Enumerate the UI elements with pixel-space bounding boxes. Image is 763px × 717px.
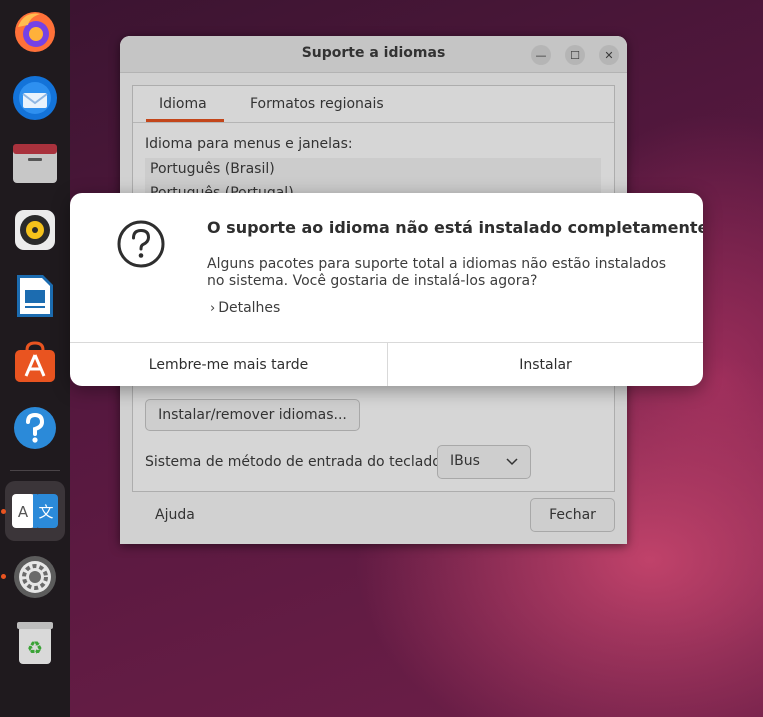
dialog-title: O suporte ao idioma não está instalado c… xyxy=(207,218,703,237)
dock-item-settings[interactable] xyxy=(5,547,65,607)
dock-item-files[interactable] xyxy=(5,134,65,194)
details-expander[interactable]: › Detalhes xyxy=(210,300,280,316)
language-glyph-cjk: 文 xyxy=(38,503,53,521)
trash-icon: ♻ xyxy=(17,622,53,664)
dock: A 文 ♻ xyxy=(0,0,70,717)
libreoffice-writer-icon xyxy=(17,275,53,317)
details-label: Detalhes xyxy=(218,300,281,316)
question-icon xyxy=(117,220,165,268)
dock-item-writer[interactable] xyxy=(5,266,65,326)
settings-icon xyxy=(14,556,56,598)
dock-item-help[interactable] xyxy=(5,398,65,458)
dock-item-trash[interactable]: ♻ xyxy=(5,613,65,673)
install-button[interactable]: Instalar xyxy=(388,343,703,386)
chevron-right-icon: › xyxy=(210,301,216,316)
language-glyph-latin: A xyxy=(18,503,29,521)
running-indicator xyxy=(1,574,6,579)
running-indicator xyxy=(1,509,6,514)
help-icon xyxy=(14,407,56,449)
dock-item-app-center[interactable] xyxy=(5,332,65,392)
dock-item-thunderbird[interactable] xyxy=(5,68,65,128)
rhythmbox-icon xyxy=(15,210,55,250)
incomplete-language-dialog: O suporte ao idioma não está instalado c… xyxy=(70,193,703,386)
dock-item-language-support[interactable]: A 文 xyxy=(5,481,65,541)
firefox-icon xyxy=(15,12,55,52)
svg-text:♻: ♻ xyxy=(27,638,43,659)
dock-item-rhythmbox[interactable] xyxy=(5,200,65,260)
dock-separator xyxy=(10,470,60,471)
remind-later-button[interactable]: Lembre-me mais tarde xyxy=(70,343,388,386)
app-center-icon xyxy=(15,341,55,382)
dialog-message: Alguns pacotes para suporte total a idio… xyxy=(207,256,667,289)
language-support-icon: A 文 xyxy=(12,494,58,528)
dock-item-firefox[interactable] xyxy=(5,2,65,62)
thunderbird-icon xyxy=(13,76,57,120)
files-icon xyxy=(13,144,57,183)
dialog-actions: Lembre-me mais tarde Instalar xyxy=(70,342,703,386)
